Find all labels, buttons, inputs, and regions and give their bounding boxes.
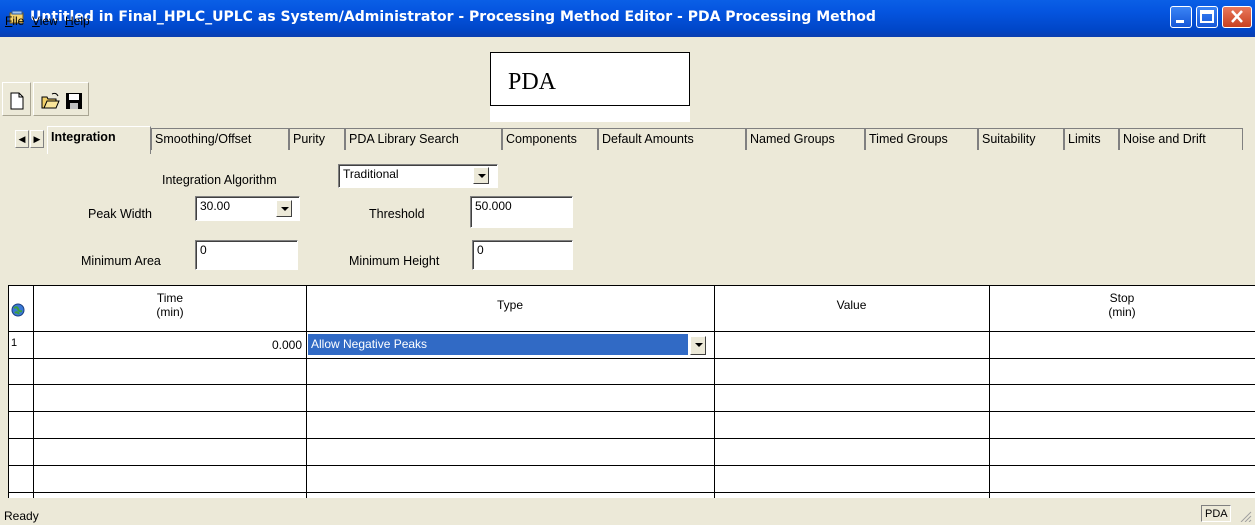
grid-line — [8, 438, 1255, 439]
tab-purity[interactable]: Purity — [289, 128, 345, 150]
row-value-cell[interactable] — [716, 334, 986, 356]
status-text: Ready — [4, 509, 39, 523]
peak-width-value: 30.00 — [200, 199, 231, 213]
grid-line — [8, 384, 1255, 385]
grid-line — [8, 465, 1255, 466]
threshold-label: Threshold — [369, 207, 425, 221]
column-header-time-line1: Time — [156, 291, 184, 305]
tab-limits[interactable]: Limits — [1064, 128, 1119, 150]
column-header-value[interactable]: Value — [714, 298, 989, 312]
grid-line — [33, 285, 34, 498]
maximize-button[interactable] — [1196, 6, 1218, 28]
grid-line — [8, 331, 1255, 332]
threshold-value: 50.000 — [475, 199, 512, 213]
resize-grip-icon[interactable] — [1238, 510, 1252, 523]
grid-globe-icon[interactable] — [11, 303, 25, 317]
column-header-stop-line2: (min) — [1108, 305, 1136, 319]
minimum-area-label: Minimum Area — [81, 254, 161, 268]
toolbar-extension — [690, 74, 1255, 122]
menu-view[interactable]: View — [32, 14, 58, 28]
tab-default-amounts[interactable]: Default Amounts — [598, 128, 746, 150]
tab-components[interactable]: Components — [502, 128, 598, 150]
grid-line — [8, 358, 1255, 359]
column-header-time[interactable]: Time (min) — [34, 291, 306, 319]
menu-file[interactable]: File — [5, 14, 24, 28]
threshold-input[interactable]: 50.000 — [470, 196, 573, 228]
save-icon[interactable] — [63, 90, 85, 112]
menu-file-label: ile — [12, 14, 25, 28]
grid-line — [714, 285, 715, 498]
column-header-time-line2: (min) — [156, 305, 184, 319]
menu-help-mnemonic: H — [65, 14, 74, 28]
window-title: Untitled in Final_HPLC_UPLC as System/Ad… — [30, 9, 876, 25]
column-header-stop-line1: Stop — [1109, 291, 1135, 305]
pda-overlay-label: PDA — [490, 52, 690, 106]
tab-pda-library-search[interactable]: PDA Library Search — [345, 128, 502, 150]
tab-scroll-right-icon[interactable]: ▶ — [30, 130, 44, 148]
grid-left-margin — [0, 285, 8, 498]
peak-width-label: Peak Width — [88, 207, 152, 221]
grid-line — [306, 285, 307, 498]
peak-width-dropdown-icon[interactable] — [276, 200, 292, 217]
grid-line — [989, 285, 990, 498]
row-type-dropdown-icon[interactable] — [690, 336, 706, 355]
open-icon[interactable] — [39, 90, 61, 112]
row-stop-cell[interactable] — [991, 334, 1251, 356]
menu-view-label: iew — [39, 14, 58, 28]
minimum-height-value: 0 — [477, 243, 484, 257]
row-index: 1 — [11, 337, 18, 349]
tab-smoothing-offset[interactable]: Smoothing/Offset — [151, 128, 289, 150]
status-bar — [0, 498, 1255, 525]
minimum-height-label: Minimum Height — [349, 254, 440, 268]
tab-named-groups[interactable]: Named Groups — [746, 128, 865, 150]
column-header-stop[interactable]: Stop (min) — [989, 291, 1255, 319]
minimum-area-input[interactable]: 0 — [195, 240, 298, 270]
minimum-area-value: 0 — [200, 243, 207, 257]
tab-timed-groups[interactable]: Timed Groups — [865, 128, 978, 150]
tab-scroll-left-icon[interactable]: ◀ — [15, 130, 29, 148]
grid-line — [8, 411, 1255, 412]
integration-algorithm-value: Traditional — [343, 167, 399, 181]
close-button[interactable] — [1222, 6, 1252, 28]
menu-view-mnemonic: V — [32, 14, 40, 28]
menu-help-label: elp — [73, 14, 90, 28]
tab-suitability[interactable]: Suitability — [978, 128, 1064, 150]
integration-algorithm-label: Integration Algorithm — [162, 173, 277, 187]
menu-help[interactable]: Help — [65, 14, 90, 28]
new-icon[interactable] — [6, 90, 28, 112]
grid-line — [8, 492, 1255, 493]
minimize-button[interactable] — [1170, 6, 1192, 28]
grid-line — [8, 285, 9, 498]
tab-noise-and-drift[interactable]: Noise and Drift — [1119, 128, 1243, 150]
tab-integration[interactable]: Integration — [47, 126, 151, 154]
column-header-type[interactable]: Type — [306, 298, 714, 312]
row-type-cell[interactable]: Allow Negative Peaks — [308, 334, 688, 355]
minimum-height-input[interactable]: 0 — [472, 240, 573, 270]
status-mode-indicator: PDA — [1201, 505, 1231, 522]
row-time-cell[interactable]: 0.000 — [34, 334, 302, 356]
integration-algorithm-dropdown-icon[interactable] — [473, 167, 489, 184]
